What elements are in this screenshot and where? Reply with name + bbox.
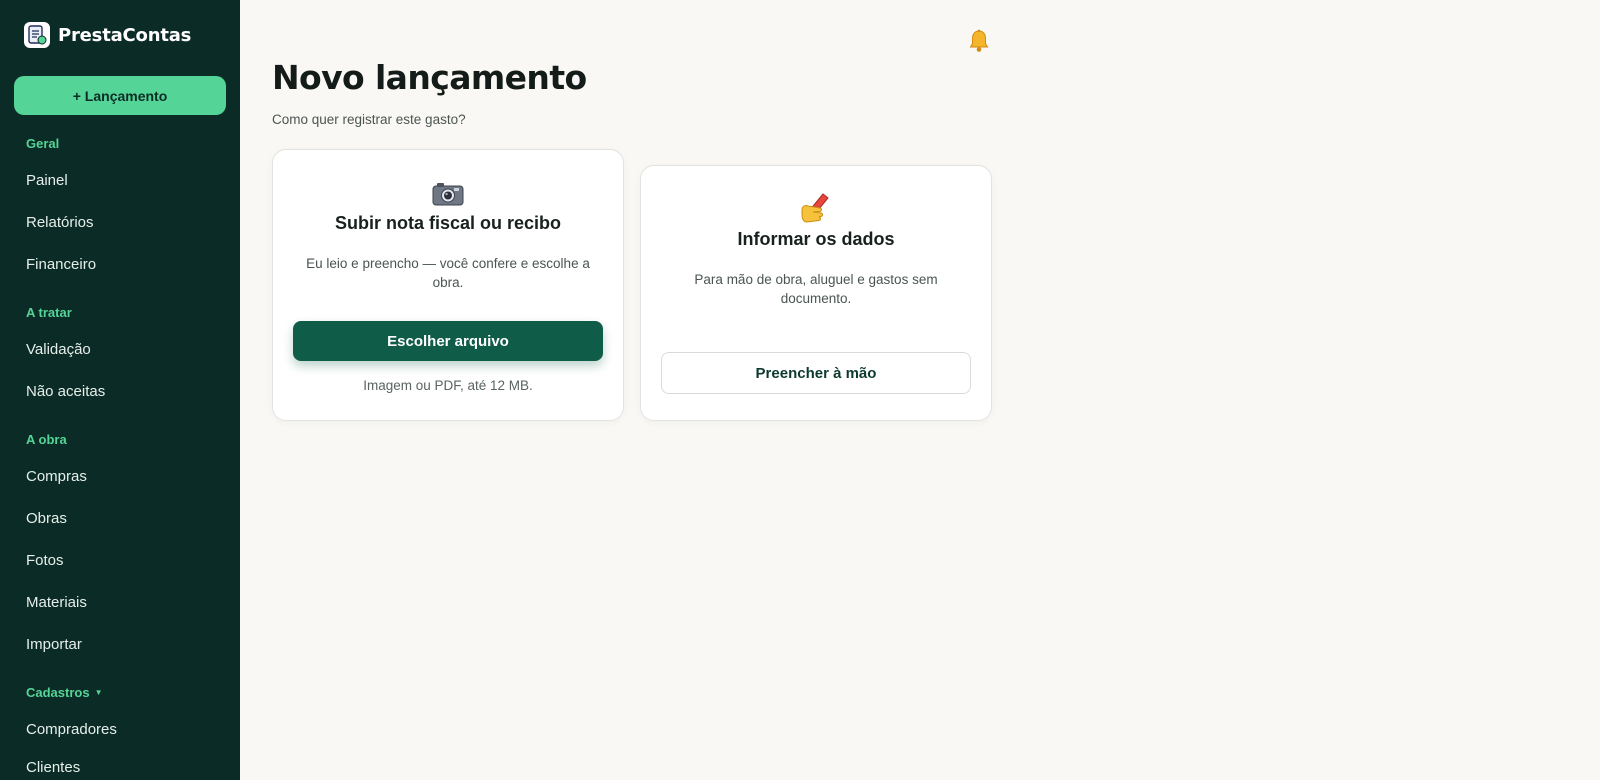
sidebar-item-fotos[interactable]: Fotos	[26, 552, 64, 569]
app-logo-icon	[24, 22, 50, 48]
nav-section-cadastros-label: Cadastros	[26, 685, 90, 700]
sidebar-item-relatorios[interactable]: Relatórios	[26, 214, 94, 231]
upload-card-title: Subir nota fiscal ou recibo	[334, 213, 562, 233]
app-name: PrestaContas	[58, 24, 192, 46]
choose-file-button[interactable]: Escolher arquivo	[293, 321, 603, 361]
nav-section-a-obra: A obra	[26, 432, 67, 447]
sidebar-item-nao-aceitas[interactable]: Não aceitas	[26, 383, 105, 400]
sidebar-item-obras[interactable]: Obras	[26, 510, 67, 527]
sidebar-item-importar[interactable]: Importar	[26, 636, 82, 653]
sidebar-item-compras[interactable]: Compras	[26, 468, 87, 485]
nav-section-a-tratar: A tratar	[26, 305, 72, 320]
upload-card-description: Eu leio e preencho — você confere e esco…	[306, 256, 590, 290]
manual-card-description: Para mão de obra, aluguel e gastos sem d…	[694, 272, 938, 306]
page-title: Novo lançamento	[272, 58, 587, 97]
main-content: Novo lançamento Como quer registrar este…	[240, 0, 1600, 780]
sidebar-item-materiais[interactable]: Materiais	[26, 594, 87, 611]
upload-receipt-card: Subir nota fiscal ou recibo Eu leio e pr…	[272, 149, 624, 421]
sidebar-item-financeiro[interactable]: Financeiro	[26, 256, 96, 273]
new-entry-button[interactable]: + Lançamento	[14, 76, 226, 115]
manual-card-title: Informar os dados	[737, 229, 895, 249]
upload-card-note: Imagem ou PDF, até 12 MB.	[363, 378, 533, 393]
sidebar-item-validacao[interactable]: Validação	[26, 341, 91, 358]
bell-icon[interactable]	[967, 28, 991, 54]
camera-icon	[273, 182, 623, 206]
manual-entry-card: Informar os dados Para mão de obra, alug…	[640, 165, 992, 421]
writing-hand-icon	[641, 192, 991, 224]
page-subtitle: Como quer registrar este gasto?	[272, 112, 466, 127]
sidebar-item-painel[interactable]: Painel	[26, 172, 68, 189]
caret-down-icon: ▼	[94, 688, 103, 697]
nav-section-geral: Geral	[26, 136, 60, 151]
brand[interactable]: PrestaContas	[24, 22, 191, 48]
fill-manually-button[interactable]: Preencher à mão	[661, 352, 971, 394]
sidebar: PrestaContas + Lançamento Geral Painel R…	[0, 0, 240, 780]
nav-section-cadastros[interactable]: Cadastros ▼	[26, 685, 103, 700]
sidebar-item-clientes[interactable]: Clientes	[26, 759, 80, 776]
sidebar-item-compradores[interactable]: Compradores	[26, 721, 117, 738]
